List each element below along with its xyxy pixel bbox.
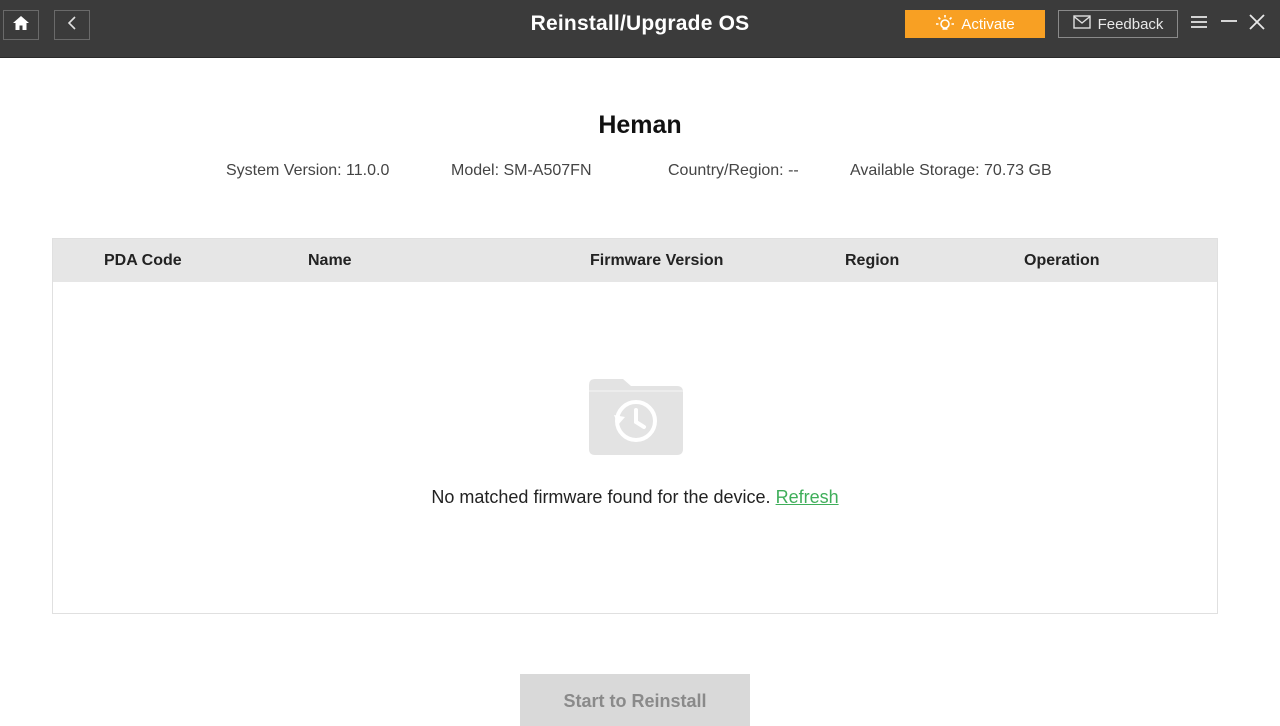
country-region: Country/Region: -- — [668, 162, 799, 179]
minimize-button[interactable] — [1217, 11, 1241, 37]
hamburger-menu-icon — [1189, 14, 1209, 35]
refresh-link[interactable]: Refresh — [776, 487, 839, 507]
empty-message: No matched firmware found for the device… — [53, 487, 1217, 508]
activate-label: Activate — [961, 15, 1015, 33]
feedback-label: Feedback — [1097, 15, 1164, 33]
chevron-left-icon — [66, 15, 78, 36]
empty-message-text: No matched firmware found for the device… — [431, 487, 771, 507]
home-icon — [12, 15, 30, 36]
device-name: Heman — [598, 111, 682, 139]
mail-icon — [1072, 15, 1091, 33]
column-header-firmware-version: Firmware Version — [590, 252, 724, 269]
column-header-region: Region — [845, 252, 900, 269]
column-header-operation: Operation — [1024, 252, 1100, 269]
title-bar: Reinstall/Upgrade OS Activate Feedback — [0, 0, 1280, 58]
back-button[interactable] — [54, 10, 90, 40]
menu-button[interactable] — [1187, 11, 1211, 37]
sun-icon — [935, 13, 955, 35]
column-header-name: Name — [308, 252, 352, 269]
device-model: Model: SM-A507FN — [451, 162, 592, 179]
firmware-table: PDA Code Name Firmware Version Region Op… — [52, 238, 1218, 614]
close-button[interactable] — [1245, 11, 1269, 37]
folder-restore-icon — [587, 377, 685, 462]
feedback-button[interactable]: Feedback — [1058, 10, 1178, 38]
start-reinstall-button[interactable]: Start to Reinstall — [520, 674, 750, 726]
available-storage: Available Storage: 70.73 GB — [850, 162, 1052, 179]
column-header-pda-code: PDA Code — [104, 252, 182, 269]
table-header: PDA Code Name Firmware Version Region Op… — [53, 239, 1217, 282]
close-icon — [1247, 13, 1267, 36]
minimize-icon — [1219, 14, 1239, 35]
system-version: System Version: 11.0.0 — [226, 162, 390, 179]
home-button[interactable] — [3, 10, 39, 40]
activate-button[interactable]: Activate — [905, 10, 1045, 38]
